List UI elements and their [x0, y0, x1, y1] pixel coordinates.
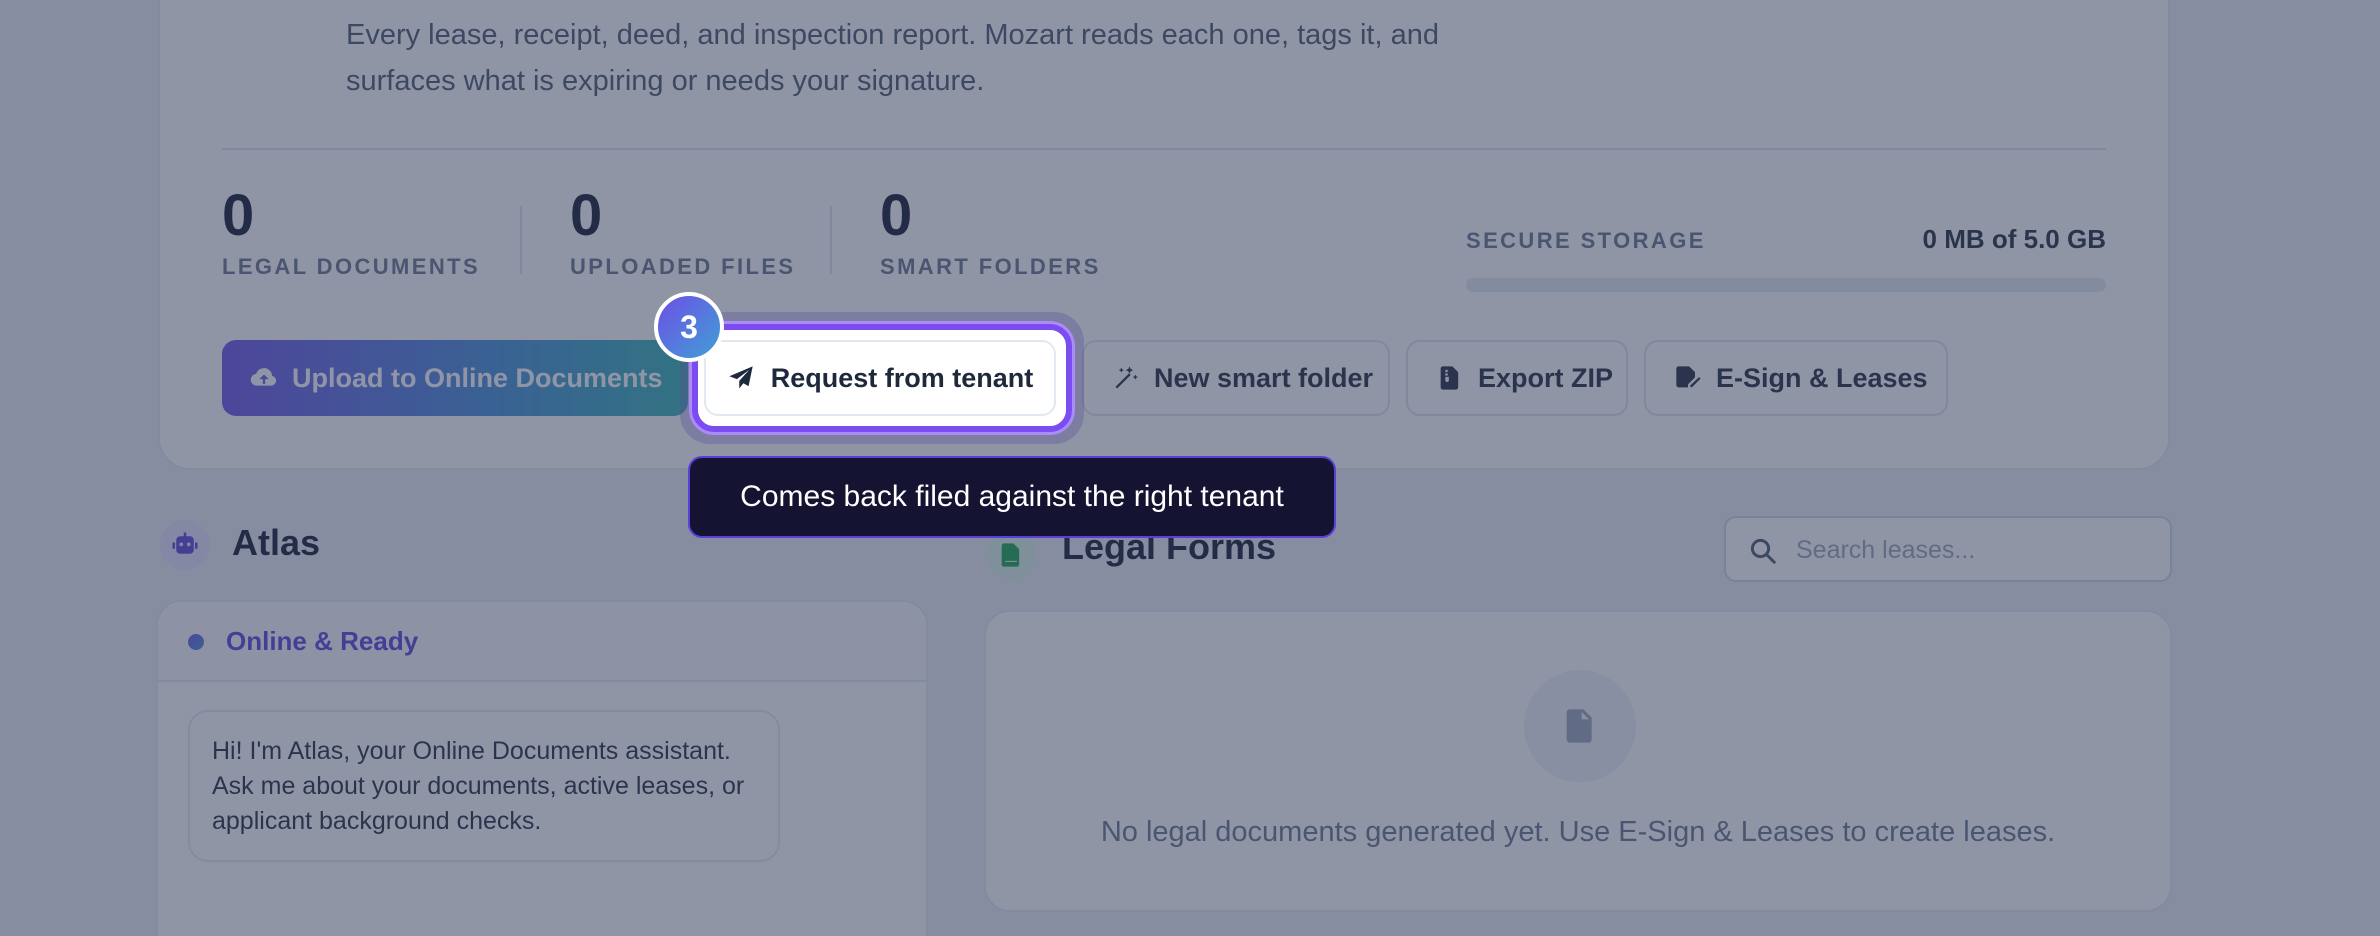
tour-tooltip: Comes back filed against the right tenan…: [688, 456, 1336, 538]
hero-description: Every lease, receipt, deed, and inspecti…: [346, 19, 1439, 97]
atlas-status: Online & Ready: [226, 626, 419, 656]
tour-step-badge: 3: [654, 292, 724, 362]
divider: [222, 148, 2106, 150]
search-icon: [1750, 538, 1776, 564]
file-zipper-icon: [1440, 366, 1459, 390]
file-signature-icon: [1676, 366, 1701, 388]
atlas-message: Hi! I'm Atlas, your Online Documents ass…: [188, 710, 780, 862]
online-documents-page: Every lease, receipt, deed, and inspecti…: [0, 0, 2380, 936]
new-smart-folder-label: New smart folder: [1154, 362, 1374, 393]
status-dot-icon: [188, 634, 204, 650]
stat-smart-folders: 0 SMART FOLDERS: [880, 182, 1101, 280]
storage-progress-bar: [1466, 278, 2106, 292]
new-smart-folder-button[interactable]: New smart folder: [1082, 340, 1390, 416]
legal-forms-panel: No legal documents generated yet. Use E-…: [984, 610, 2172, 912]
stat-uploaded-files: 0 UPLOADED FILES: [570, 182, 796, 280]
stat-label: LEGAL DOCUMENTS: [222, 254, 481, 279]
stat-value: 0: [880, 183, 913, 248]
storage-label: SECURE STORAGE: [1466, 228, 1706, 253]
search-leases-field[interactable]: [1724, 516, 2172, 582]
search-leases-input[interactable]: [1796, 528, 2156, 572]
stat-legal-documents: 0 LEGAL DOCUMENTS: [222, 182, 480, 280]
magic-wand-icon: [1115, 366, 1138, 389]
atlas-status-bar: Online & Ready: [158, 602, 926, 682]
upload-button-label: Upload to Online Documents: [292, 362, 663, 393]
stat-separator: [520, 206, 522, 274]
esign-leases-label: E-Sign & Leases: [1716, 362, 1928, 393]
stat-value: 0: [222, 183, 255, 248]
esign-leases-button[interactable]: E-Sign & Leases: [1644, 340, 1948, 416]
stat-label: UPLOADED FILES: [570, 254, 796, 279]
upload-button[interactable]: Upload to Online Documents: [222, 340, 688, 416]
request-from-tenant-button[interactable]: Request from tenant: [704, 340, 1056, 416]
atlas-chat-panel: Online & Ready Hi! I'm Atlas, your Onlin…: [156, 600, 928, 936]
file-pdf-icon: [1524, 670, 1636, 782]
paper-plane-icon: [729, 366, 753, 389]
atlas-title: Atlas: [232, 522, 321, 563]
export-zip-button[interactable]: Export ZIP: [1406, 340, 1628, 416]
export-zip-label: Export ZIP: [1478, 362, 1614, 393]
request-from-tenant-label: Request from tenant: [770, 362, 1034, 393]
robot-icon: [160, 520, 210, 570]
empty-state-text: No legal documents generated yet. Use E-…: [1100, 816, 2056, 848]
stat-label: SMART FOLDERS: [880, 254, 1101, 279]
stat-value: 0: [570, 183, 603, 248]
stat-separator: [830, 206, 832, 274]
cloud-upload-icon: [250, 368, 277, 386]
storage-value: 0 MB of 5.0 GB: [1922, 224, 2106, 254]
